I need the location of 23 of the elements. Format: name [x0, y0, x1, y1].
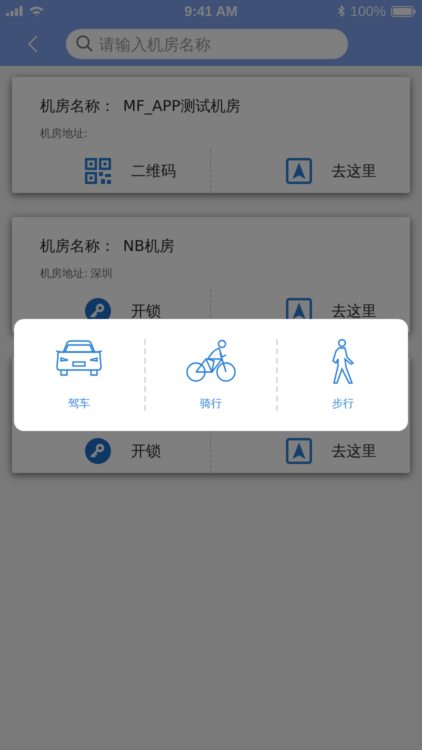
name-label: 机房名称： — [40, 237, 115, 256]
action-button[interactable]: 二维码 — [12, 149, 210, 193]
wifi-icon — [29, 6, 44, 16]
room-name: NB机房 — [123, 237, 175, 256]
travel-mode-button[interactable]: 步行 — [276, 339, 408, 411]
key-icon — [85, 438, 111, 464]
cyclist-icon — [186, 339, 236, 383]
bluetooth-icon — [338, 5, 346, 17]
address-label: 机房地址: — [40, 126, 88, 141]
status-time: 9:41 AM — [184, 3, 238, 19]
battery-icon — [390, 6, 416, 16]
battery-percent: 100% — [350, 3, 386, 19]
back-icon — [28, 35, 38, 53]
travel-mode-button[interactable]: 驾车 — [14, 339, 144, 411]
room-name: MF_APP测试机房 — [123, 97, 240, 116]
car-icon — [55, 339, 103, 377]
room-address: 深圳 — [90, 266, 113, 281]
qr-code-icon — [85, 158, 111, 184]
address-label: 机房地址: — [40, 266, 88, 281]
action-button[interactable]: 去这里 — [210, 149, 410, 193]
travel-mode-button[interactable]: 骑行 — [144, 339, 276, 411]
name-label: 机房名称： — [40, 97, 115, 116]
signal-icon — [6, 6, 24, 16]
